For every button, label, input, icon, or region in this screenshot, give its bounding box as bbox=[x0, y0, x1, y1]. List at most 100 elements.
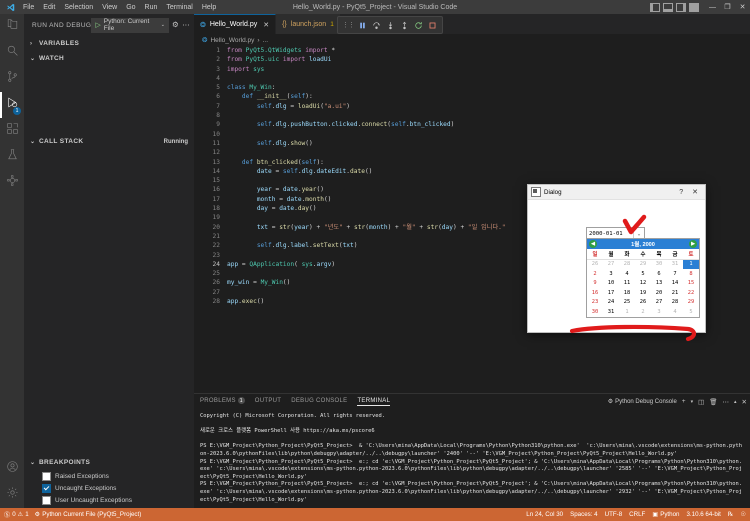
gear-icon[interactable]: ⚙ bbox=[172, 21, 179, 29]
calendar-day[interactable]: 17 bbox=[603, 288, 619, 298]
menu-help[interactable]: Help bbox=[201, 4, 217, 11]
chevron-down-icon[interactable]: ⌄ bbox=[30, 459, 39, 466]
menu-file[interactable]: File bbox=[22, 4, 35, 11]
debug-target-status[interactable]: ⚙ Python Current File (PyQt5_Project) bbox=[35, 511, 142, 518]
sidebar-item-search[interactable] bbox=[0, 40, 24, 66]
calendar-grid[interactable]: 일 월 화 수 목 금 토 26 27 28 29 30 31 1 2 3 4 5 6 7 8 9 10 11 12 13 14 15… bbox=[587, 249, 699, 317]
code-line[interactable]: 7 self.dlg = loadUi("a.ui") bbox=[194, 102, 750, 111]
code-line[interactable]: 9 self.dlg.pushButton.clicked.connect(se… bbox=[194, 120, 750, 129]
pause-button[interactable] bbox=[357, 20, 368, 31]
debug-toolbar[interactable]: ⋮⋮ bbox=[337, 16, 443, 34]
next-month-button[interactable]: ▶ bbox=[689, 240, 697, 248]
close-button[interactable]: ✕ bbox=[692, 188, 698, 196]
calendar-day[interactable]: 25 bbox=[619, 298, 635, 308]
calendar-day[interactable]: 6 bbox=[651, 269, 667, 279]
breadcrumb-file[interactable]: Hello_World.py bbox=[210, 37, 254, 44]
stop-button[interactable] bbox=[427, 20, 438, 31]
calendar-day[interactable]: 31 bbox=[603, 307, 619, 317]
code-line[interactable]: 12 bbox=[194, 148, 750, 157]
tab-output[interactable]: OUTPUT bbox=[255, 398, 281, 405]
calendar-day[interactable]: 7 bbox=[667, 269, 683, 279]
feedback-icon[interactable]: ℞ bbox=[728, 511, 734, 518]
chevron-down-icon[interactable]: ⌄ bbox=[161, 22, 165, 28]
sidebar-section-variables[interactable]: › VARIABLES bbox=[24, 36, 194, 51]
sidebar-item-explorer[interactable] bbox=[0, 14, 24, 40]
code-line[interactable]: 14 date = self.dlg.dateEdit.date() bbox=[194, 167, 750, 176]
tab-launch-json[interactable]: {} launch.json 1 bbox=[276, 14, 341, 34]
calendar-day[interactable]: 26 bbox=[587, 260, 603, 270]
calendar-day[interactable]: 20 bbox=[651, 288, 667, 298]
calendar-day[interactable]: 4 bbox=[667, 307, 683, 317]
menu-go[interactable]: Go bbox=[125, 4, 136, 11]
calendar-day[interactable]: 2 bbox=[635, 307, 651, 317]
problems-status[interactable]: Ⓢ 0 ⚠ 1 bbox=[4, 510, 29, 519]
calendar-day[interactable]: 8 bbox=[683, 269, 699, 279]
calendar-day[interactable]: 11 bbox=[619, 279, 635, 289]
calendar-day[interactable]: 1 bbox=[683, 259, 699, 269]
code-line[interactable]: 8 bbox=[194, 111, 750, 120]
cursor-position[interactable]: Ln 24, Col 30 bbox=[526, 511, 563, 518]
accounts-button[interactable] bbox=[0, 456, 24, 482]
sidebar-section-watch[interactable]: ⌄ WATCH bbox=[24, 51, 194, 66]
customize-layout-icon[interactable] bbox=[689, 2, 699, 12]
calendar-day[interactable]: 31 bbox=[667, 260, 683, 270]
breakpoint-row[interactable]: User Uncaught Exceptions bbox=[24, 494, 194, 506]
breakpoint-row[interactable]: Uncaught Exceptions bbox=[24, 482, 194, 494]
qt-dialog-window[interactable]: Dialog ? ✕ 2000-01-01 ⌄ ◀ 1월, 2000 ▶ 일월화… bbox=[527, 184, 706, 342]
ellipsis-icon[interactable]: ⋯ bbox=[723, 398, 730, 406]
code-line[interactable]: 4 bbox=[194, 74, 750, 83]
language-mode-status[interactable]: ▣ Python bbox=[652, 511, 679, 518]
calendar-day[interactable]: 28 bbox=[619, 260, 635, 270]
calendar-day[interactable]: 14 bbox=[667, 279, 683, 289]
calendar-day[interactable]: 22 bbox=[683, 288, 699, 298]
bell-icon[interactable]: ☉ bbox=[740, 511, 746, 518]
calendar-day[interactable]: 5 bbox=[683, 307, 699, 317]
breakpoint-row[interactable]: Raised Exceptions bbox=[24, 470, 194, 482]
chevron-down-icon[interactable]: ⌄ bbox=[30, 138, 39, 145]
calendar-day[interactable]: 13 bbox=[651, 279, 667, 289]
close-icon[interactable]: ✕ bbox=[263, 21, 269, 29]
sidebar-section-breakpoints[interactable]: ⌄ BREAKPOINTS bbox=[24, 455, 194, 470]
tab-debug-console[interactable]: DEBUG CONSOLE bbox=[291, 398, 347, 405]
calendar-day[interactable]: 26 bbox=[635, 298, 651, 308]
calendar-day[interactable]: 5 bbox=[635, 269, 651, 279]
calendar-day[interactable]: 24 bbox=[603, 298, 619, 308]
indentation-status[interactable]: Spaces: 4 bbox=[570, 511, 598, 518]
grip-icon[interactable]: ⋮⋮ bbox=[342, 21, 355, 29]
chevron-right-icon[interactable]: › bbox=[30, 41, 39, 47]
menu-view[interactable]: View bbox=[101, 4, 118, 11]
sidebar-item-testing[interactable] bbox=[0, 144, 24, 170]
close-panel-icon[interactable]: ✕ bbox=[742, 398, 747, 406]
checkbox-raised-exceptions[interactable] bbox=[42, 471, 51, 481]
code-line[interactable]: 2 from PyQt5.uic import loadUi bbox=[194, 55, 750, 64]
calendar-day[interactable]: 30 bbox=[651, 260, 667, 270]
step-out-button[interactable] bbox=[399, 20, 410, 31]
step-into-button[interactable] bbox=[385, 20, 396, 31]
sidebar-section-call-stack[interactable]: ⌄ CALL STACK Running bbox=[24, 134, 194, 149]
layout-toggle-icons[interactable] bbox=[650, 2, 699, 12]
eol-status[interactable]: CRLF bbox=[629, 511, 645, 518]
chevron-down-icon[interactable]: ⌄ bbox=[30, 55, 39, 62]
code-line[interactable]: 1 from PyQt5.QtWidgets import * bbox=[194, 46, 750, 55]
calendar-day[interactable]: 9 bbox=[587, 279, 603, 289]
calendar-day[interactable]: 16 bbox=[587, 288, 603, 298]
toggle-sidebar-icon[interactable] bbox=[650, 2, 660, 12]
tab-terminal[interactable]: TERMINAL bbox=[357, 398, 391, 406]
toggle-panel-icon[interactable] bbox=[663, 2, 673, 12]
calendar-day[interactable]: 1 bbox=[619, 307, 635, 317]
manage-settings-button[interactable] bbox=[0, 482, 24, 508]
calendar-day[interactable]: 4 bbox=[619, 269, 635, 279]
code-line[interactable]: 6 def __init__(self): bbox=[194, 92, 750, 101]
code-line[interactable]: 5 class My_Win: bbox=[194, 83, 750, 92]
play-icon[interactable]: ▷ bbox=[95, 22, 100, 29]
menu-terminal[interactable]: Terminal bbox=[165, 4, 193, 11]
calendar-day[interactable]: 15 bbox=[683, 279, 699, 289]
debug-configuration-select[interactable]: ▷ Python: Current File ⌄ bbox=[91, 17, 169, 33]
chevron-up-icon[interactable]: ▴ bbox=[734, 399, 737, 405]
menu-run[interactable]: Run bbox=[144, 4, 159, 11]
breadcrumb[interactable]: ❂ Hello_World.py › ... bbox=[194, 34, 750, 46]
calendar-day[interactable]: 27 bbox=[603, 260, 619, 270]
interpreter-status[interactable]: 3.10.6 64-bit bbox=[686, 511, 720, 518]
toggle-secondary-sidebar-icon[interactable] bbox=[676, 2, 686, 12]
calendar-day[interactable]: 18 bbox=[619, 288, 635, 298]
